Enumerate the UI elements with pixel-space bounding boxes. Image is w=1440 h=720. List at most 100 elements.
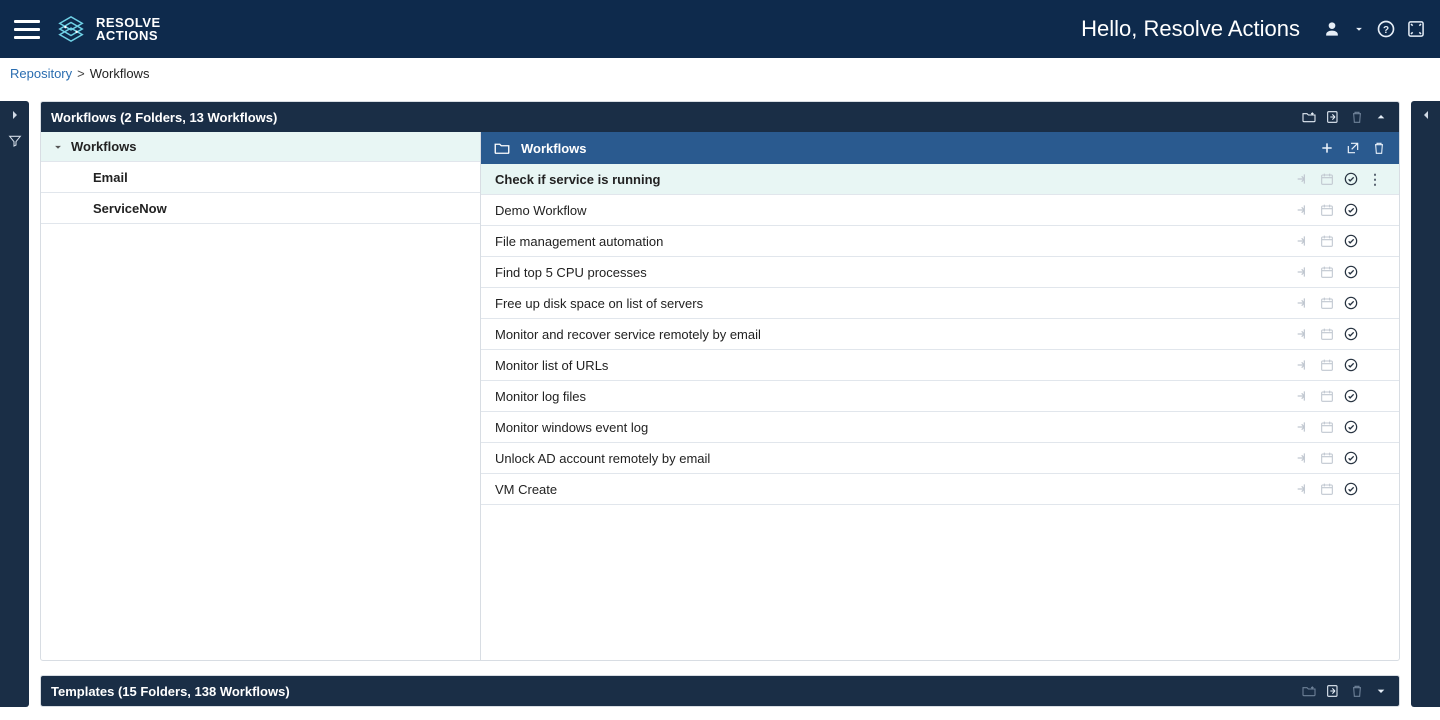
check-circle-icon[interactable] <box>1343 326 1359 342</box>
workflow-name: Unlock AD account remotely by email <box>495 451 1295 466</box>
schedule-icon[interactable] <box>1319 419 1335 435</box>
row-actions <box>1295 481 1359 497</box>
tree-folder-item[interactable]: ServiceNow <box>41 193 480 224</box>
row-actions <box>1295 233 1359 249</box>
row-actions <box>1295 388 1359 404</box>
row-more-button[interactable]: ⋮ <box>1365 172 1385 186</box>
schedule-icon[interactable] <box>1319 481 1335 497</box>
topbar: RESOLVE ACTIONS Hello, Resolve Actions ? <box>0 0 1440 58</box>
breadcrumb-separator: > <box>77 66 85 81</box>
workflow-row[interactable]: Unlock AD account remotely by email <box>481 443 1399 474</box>
run-icon[interactable] <box>1295 326 1311 342</box>
import-icon[interactable] <box>1325 683 1341 699</box>
schedule-icon[interactable] <box>1319 202 1335 218</box>
trash-icon[interactable] <box>1371 140 1387 156</box>
run-icon[interactable] <box>1295 481 1311 497</box>
schedule-icon[interactable] <box>1319 450 1335 466</box>
workflow-name: Free up disk space on list of servers <box>495 296 1295 311</box>
chevron-down-icon <box>51 140 65 154</box>
row-actions <box>1295 264 1359 280</box>
logo-mark-icon <box>56 14 86 44</box>
list-header-title: Workflows <box>521 141 587 156</box>
right-rail <box>1411 101 1440 707</box>
workflow-row[interactable]: Check if service is running⋮ <box>481 164 1399 195</box>
breadcrumb: Repository > Workflows <box>0 58 1440 88</box>
tree-folder-item[interactable]: Email <box>41 162 480 193</box>
run-icon[interactable] <box>1295 202 1311 218</box>
workflow-name: Monitor and recover service remotely by … <box>495 327 1295 342</box>
list-column: Workflows Check if service is running⋮De… <box>481 132 1399 660</box>
run-icon[interactable] <box>1295 419 1311 435</box>
collapse-icon[interactable] <box>1373 109 1389 125</box>
schedule-icon[interactable] <box>1319 264 1335 280</box>
expand-icon[interactable] <box>1373 683 1389 699</box>
schedule-icon[interactable] <box>1319 233 1335 249</box>
check-circle-icon[interactable] <box>1343 264 1359 280</box>
workflows-panel: Workflows (2 Folders, 13 Workflows) Work… <box>40 101 1400 661</box>
tree-root-label: Workflows <box>71 139 137 154</box>
new-folder-icon[interactable] <box>1301 109 1317 125</box>
workflow-row[interactable]: Monitor windows event log <box>481 412 1399 443</box>
schedule-icon[interactable] <box>1319 295 1335 311</box>
run-icon[interactable] <box>1295 171 1311 187</box>
user-icon[interactable] <box>1322 19 1342 39</box>
import-icon[interactable] <box>1325 109 1341 125</box>
run-icon[interactable] <box>1295 357 1311 373</box>
check-circle-icon[interactable] <box>1343 357 1359 373</box>
schedule-icon[interactable] <box>1319 326 1335 342</box>
schedule-icon[interactable] <box>1319 388 1335 404</box>
check-circle-icon[interactable] <box>1343 388 1359 404</box>
greeting-text: Hello, Resolve Actions <box>1081 16 1300 42</box>
chevron-right-icon[interactable] <box>7 107 23 123</box>
workflow-row[interactable]: Demo Workflow <box>481 195 1399 226</box>
chevron-down-icon[interactable] <box>1352 22 1366 36</box>
run-icon[interactable] <box>1295 295 1311 311</box>
check-circle-icon[interactable] <box>1343 233 1359 249</box>
menu-hamburger-button[interactable] <box>14 15 40 44</box>
row-actions <box>1295 326 1359 342</box>
trash-icon[interactable] <box>1349 109 1365 125</box>
check-circle-icon[interactable] <box>1343 202 1359 218</box>
workflow-row[interactable]: VM Create <box>481 474 1399 505</box>
row-actions <box>1295 295 1359 311</box>
left-rail <box>0 101 29 707</box>
workflow-row[interactable]: Monitor log files <box>481 381 1399 412</box>
chevron-left-icon[interactable] <box>1418 107 1434 123</box>
main-area: Workflows (2 Folders, 13 Workflows) Work… <box>0 88 1440 720</box>
schedule-icon[interactable] <box>1319 171 1335 187</box>
workflow-name: Monitor log files <box>495 389 1295 404</box>
svg-text:?: ? <box>1383 25 1389 36</box>
row-actions <box>1295 450 1359 466</box>
workflow-row[interactable]: Find top 5 CPU processes <box>481 257 1399 288</box>
check-circle-icon[interactable] <box>1343 481 1359 497</box>
check-circle-icon[interactable] <box>1343 450 1359 466</box>
workflow-row[interactable]: Monitor and recover service remotely by … <box>481 319 1399 350</box>
workflow-row[interactable]: File management automation <box>481 226 1399 257</box>
run-icon[interactable] <box>1295 388 1311 404</box>
filter-icon[interactable] <box>7 133 23 149</box>
add-icon[interactable] <box>1319 140 1335 156</box>
run-icon[interactable] <box>1295 233 1311 249</box>
workflows-panel-title: Workflows (2 Folders, 13 Workflows) <box>51 110 277 125</box>
app-logo[interactable]: RESOLVE ACTIONS <box>56 14 161 44</box>
templates-panel: Templates (15 Folders, 138 Workflows) <box>40 675 1400 707</box>
fullscreen-icon[interactable] <box>1406 19 1426 39</box>
help-icon[interactable]: ? <box>1376 19 1396 39</box>
check-circle-icon[interactable] <box>1343 171 1359 187</box>
new-folder-icon[interactable] <box>1301 683 1317 699</box>
run-icon[interactable] <box>1295 450 1311 466</box>
check-circle-icon[interactable] <box>1343 295 1359 311</box>
kebab-icon: ⋮ <box>1368 172 1382 186</box>
breadcrumb-current: Workflows <box>90 66 150 81</box>
workflow-row[interactable]: Free up disk space on list of servers <box>481 288 1399 319</box>
open-external-icon[interactable] <box>1345 140 1361 156</box>
workflow-name: Monitor list of URLs <box>495 358 1295 373</box>
trash-icon[interactable] <box>1349 683 1365 699</box>
workflow-row[interactable]: Monitor list of URLs <box>481 350 1399 381</box>
schedule-icon[interactable] <box>1319 357 1335 373</box>
tree-root[interactable]: Workflows <box>41 132 480 162</box>
run-icon[interactable] <box>1295 264 1311 280</box>
breadcrumb-root[interactable]: Repository <box>10 66 72 81</box>
check-circle-icon[interactable] <box>1343 419 1359 435</box>
row-actions <box>1295 419 1359 435</box>
